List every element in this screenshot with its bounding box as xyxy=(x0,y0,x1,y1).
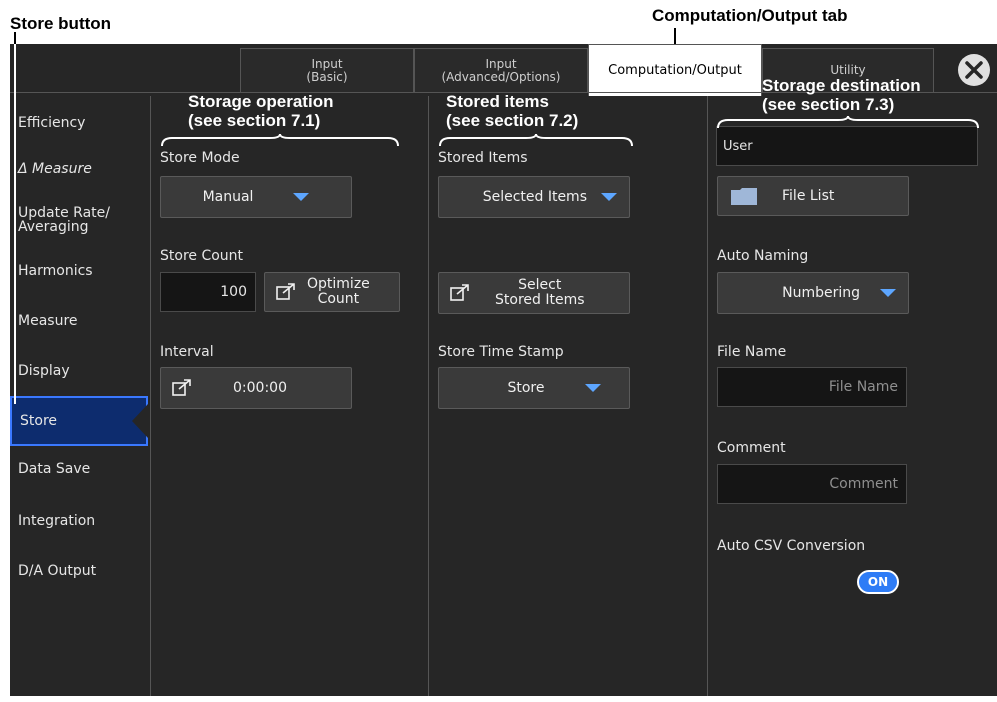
brace-stored-items xyxy=(439,134,633,147)
popup-icon xyxy=(450,284,469,301)
close-icon xyxy=(965,61,983,79)
sidebar-item-harmonics[interactable]: Harmonics xyxy=(10,264,148,278)
store-count-label: Store Count xyxy=(160,248,244,264)
sidebar-item-delta-measure[interactable]: Δ Measure xyxy=(10,162,148,176)
separator-sidebar xyxy=(150,96,151,696)
store-mode-label: Store Mode xyxy=(160,150,240,166)
file-name-label: File Name xyxy=(717,344,787,360)
sidebar-item-measure[interactable]: Measure xyxy=(10,314,148,328)
chevron-down-icon xyxy=(601,193,617,201)
store-button-leader-inner xyxy=(14,44,16,404)
store-mode-value: Manual xyxy=(202,189,254,205)
interval-button[interactable]: 0:00:00 xyxy=(160,367,352,409)
file-list-label: File List xyxy=(782,188,835,204)
sidebar-item-store[interactable]: Store xyxy=(10,396,148,446)
stored-items-value: Selected Items xyxy=(482,189,587,205)
annotation-storage-operation: Storage operation (see section 7.1) xyxy=(188,92,334,130)
storage-path-field: User xyxy=(716,126,978,166)
store-selected-pointer xyxy=(132,404,148,438)
sidebar-item-display[interactable]: Display xyxy=(10,364,148,378)
tab-input-advanced[interactable]: Input (Advanced/Options) xyxy=(414,48,588,92)
separator-col3 xyxy=(707,96,708,696)
chevron-down-icon xyxy=(880,289,896,297)
stored-items-label: Stored Items xyxy=(438,150,528,166)
auto-naming-label: Auto Naming xyxy=(717,248,809,264)
popup-icon xyxy=(276,283,295,300)
auto-csv-toggle[interactable]: ON xyxy=(857,570,899,594)
sidebar-item-efficiency[interactable]: Efficiency xyxy=(10,116,148,130)
folder-icon xyxy=(731,188,757,205)
store-time-stamp-dropdown[interactable]: Store xyxy=(438,367,630,409)
optimize-count-label: Optimize Count xyxy=(307,276,370,307)
comment-label: Comment xyxy=(717,440,786,456)
callout-computation-tab: Computation/Output tab xyxy=(652,6,848,25)
interval-label: Interval xyxy=(160,344,214,360)
annotation-stored-items: Stored items (see section 7.2) xyxy=(446,92,579,130)
file-list-button[interactable]: File List xyxy=(717,176,909,216)
store-settings-screen: Input (Basic) Input (Advanced/Options) C… xyxy=(10,44,997,696)
stored-items-dropdown[interactable]: Selected Items xyxy=(438,176,630,218)
store-time-stamp-value: Store xyxy=(507,380,545,396)
auto-naming-value: Numbering xyxy=(782,285,860,301)
optimize-count-button[interactable]: Optimize Count xyxy=(264,272,400,312)
sidebar-item-data-save[interactable]: Data Save xyxy=(10,462,148,476)
annotation-storage-destination: Storage destination (see section 7.3) xyxy=(762,76,921,114)
store-count-field[interactable]: 100 xyxy=(160,272,256,312)
interval-value: 0:00:00 xyxy=(233,380,287,396)
auto-naming-dropdown[interactable]: Numbering xyxy=(717,272,909,314)
sidebar-item-da-output[interactable]: D/A Output xyxy=(10,564,148,578)
comment-input[interactable]: Comment xyxy=(717,464,907,504)
file-name-input[interactable]: File Name xyxy=(717,367,907,407)
popup-icon xyxy=(172,379,191,396)
callout-store-button: Store button xyxy=(10,14,112,33)
select-stored-items-label: Select Stored Items xyxy=(495,277,585,308)
brace-storage-destination xyxy=(717,116,979,129)
auto-csv-label: Auto CSV Conversion xyxy=(717,538,866,554)
brace-storage-operation xyxy=(161,134,399,147)
select-stored-items-button[interactable]: Select Stored Items xyxy=(438,272,630,314)
store-time-stamp-label: Store Time Stamp xyxy=(438,344,564,360)
close-button[interactable] xyxy=(958,54,990,86)
chevron-down-icon xyxy=(584,384,601,392)
sidebar-item-integration[interactable]: Integration xyxy=(10,514,148,528)
separator-col2 xyxy=(428,96,429,696)
tab-computation-output[interactable]: Computation/Output xyxy=(588,44,762,96)
sidebar-item-update-rate[interactable]: Update Rate/ Averaging xyxy=(10,206,148,234)
tab-input-basic[interactable]: Input (Basic) xyxy=(240,48,414,92)
store-mode-dropdown[interactable]: Manual xyxy=(160,176,352,218)
chevron-down-icon xyxy=(293,193,310,201)
